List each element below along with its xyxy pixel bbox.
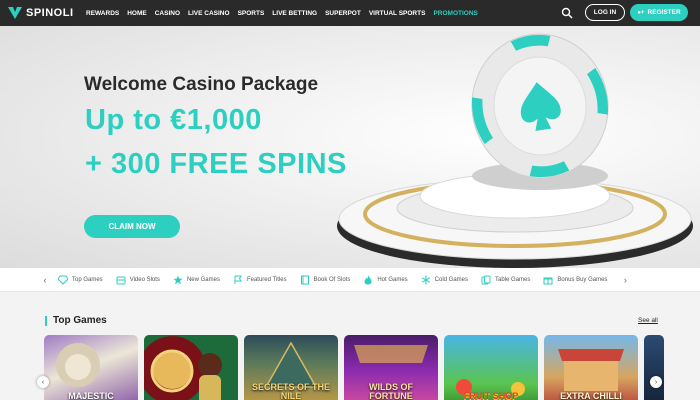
game-tile-secrets-of-the-nile[interactable]: SECRETS OF THE NILE: [244, 335, 338, 400]
logo-text: SPINOLI: [26, 7, 74, 19]
roulette-artwork: [150, 349, 222, 400]
games-carousel: MAJESTIC SECRETS OF THE NILE WILDS OF FO…: [44, 335, 664, 400]
register-button[interactable]: ●+ REGISTER: [630, 4, 688, 21]
game-tile-fruit-shop[interactable]: FRUIT SHOP: [444, 335, 538, 400]
flag-icon: [234, 275, 242, 284]
category-label: Video Slots: [129, 276, 160, 283]
register-label: REGISTER: [647, 9, 681, 16]
chevron-right-icon[interactable]: ›: [620, 275, 630, 285]
hero-banner: Welcome Casino Package Up to €1,000 + 30…: [0, 26, 700, 268]
nav-live-casino[interactable]: LIVE CASINO: [188, 10, 230, 17]
hero-title: Welcome Casino Package: [84, 74, 319, 95]
header-actions: LOG IN ●+ REGISTER: [561, 4, 688, 21]
game-tile-majestic[interactable]: MAJESTIC: [44, 335, 138, 400]
user-plus-icon: ●+: [637, 9, 645, 16]
category-label: Hot Games: [377, 276, 408, 283]
nav-virtual-sports[interactable]: VIRTUAL SPORTS: [369, 10, 426, 17]
category-book-of-slots[interactable]: Book Of Slots: [300, 275, 351, 285]
category-top-games[interactable]: Top Games: [58, 275, 103, 285]
category-label: Top Games: [72, 276, 103, 283]
game-title: MAJESTIC: [68, 391, 114, 400]
game-tile-wilds-of-fortune[interactable]: WILDS OF FORTUNE: [344, 335, 438, 400]
section-accent-bar: [45, 316, 47, 326]
nav-sports[interactable]: SPORTS: [238, 10, 265, 17]
login-button[interactable]: LOG IN: [585, 4, 625, 21]
category-featured-titles[interactable]: Featured Titles: [233, 275, 287, 285]
game-tile-partial[interactable]: [644, 335, 664, 400]
carousel-prev-button[interactable]: ‹: [37, 376, 49, 388]
nav-superpot[interactable]: SUPERPOT: [325, 10, 361, 17]
carousel-next-button[interactable]: ›: [650, 376, 662, 388]
category-label: Cold Games: [434, 276, 469, 283]
main-nav: REWARDS HOME CASINO LIVE CASINO SPORTS L…: [86, 10, 486, 17]
slot-machine-icon: [116, 276, 126, 284]
hero-free-spins: + 300 FREE SPINS: [85, 148, 347, 180]
nav-live-betting[interactable]: LIVE BETTING: [272, 10, 317, 17]
casino-chip-illustration: [337, 33, 693, 268]
category-cold-games[interactable]: Cold Games: [421, 275, 468, 285]
category-label: Featured Titles: [246, 276, 287, 283]
category-hot-games[interactable]: Hot Games: [363, 275, 408, 285]
section-title: Top Games: [53, 315, 107, 326]
category-label: Book Of Slots: [313, 276, 351, 283]
book-icon: [300, 275, 309, 284]
flame-icon: [364, 275, 372, 284]
snowflake-icon: [421, 275, 430, 284]
category-table-games[interactable]: Table Games: [481, 275, 530, 285]
category-label: Table Games: [495, 276, 531, 283]
claim-now-button[interactable]: CLAIM NOW: [84, 215, 180, 238]
nav-home[interactable]: HOME: [127, 10, 147, 17]
game-title: EXTRA CHILLI: [560, 391, 622, 400]
category-video-slots[interactable]: Video Slots: [116, 275, 160, 285]
diamond-icon: [58, 275, 68, 285]
gift-icon: [543, 277, 553, 284]
logo-icon: [8, 7, 22, 19]
game-tile-extra-chilli[interactable]: EXTRA CHILLI: [544, 335, 638, 400]
category-list: Top Games Video Slots New Games Featured…: [58, 275, 620, 285]
category-label: New Games: [186, 276, 220, 283]
chevron-left-icon[interactable]: ‹: [40, 275, 50, 285]
game-tile-roulette[interactable]: [144, 335, 238, 400]
search-icon[interactable]: [561, 7, 573, 19]
star-icon: [173, 275, 183, 284]
category-label: Bonus Buy Games: [557, 276, 608, 283]
game-title: SECRETS OF THE NILE: [251, 382, 330, 400]
nav-casino[interactable]: CASINO: [155, 10, 180, 17]
category-new-games[interactable]: New Games: [173, 275, 220, 285]
nav-promotions[interactable]: PROMOTIONS: [433, 10, 477, 17]
nav-rewards[interactable]: REWARDS: [86, 10, 119, 17]
game-title: FRUIT SHOP: [463, 391, 519, 400]
top-bar: SPINOLI REWARDS HOME CASINO LIVE CASINO …: [0, 0, 700, 26]
cards-icon: [481, 275, 491, 284]
game-title: WILDS OF FORTUNE: [369, 382, 413, 400]
logo[interactable]: SPINOLI: [8, 7, 80, 19]
hero-bonus-amount: Up to €1,000: [85, 104, 262, 136]
category-bonus-buy-games[interactable]: Bonus Buy Games: [543, 275, 607, 285]
category-bar: ‹ Top Games Video Slots New Games Featur…: [0, 268, 700, 292]
see-all-link[interactable]: See all: [638, 317, 658, 324]
top-games-section: Top Games See all MAJESTIC SECRETS OF TH…: [0, 292, 700, 400]
